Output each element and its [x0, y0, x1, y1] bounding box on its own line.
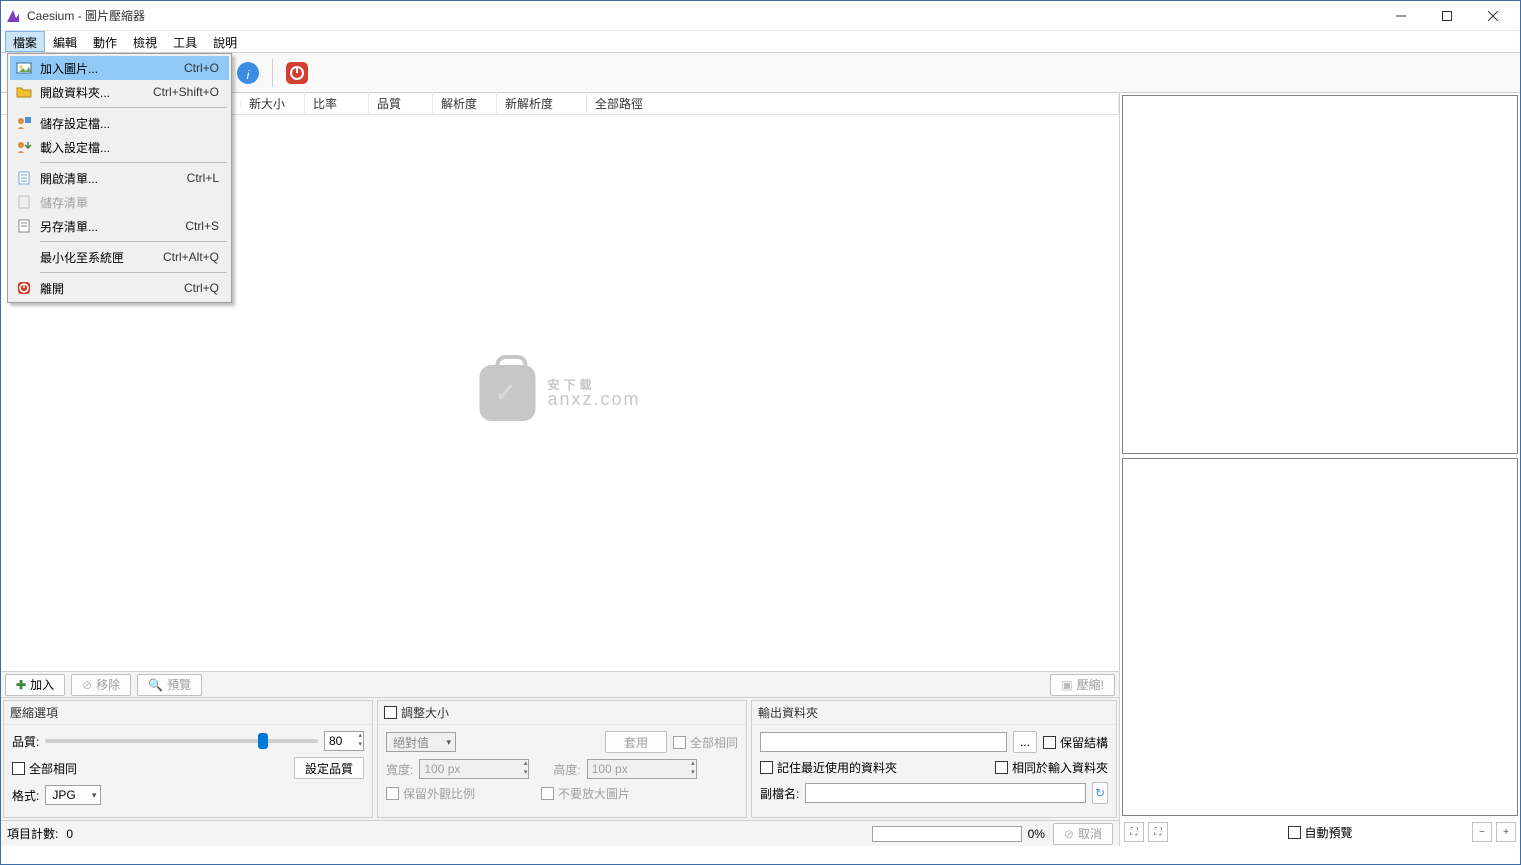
set-quality-button[interactable]: 設定品質 [294, 757, 364, 779]
menu-open-list[interactable]: 開啟清單... Ctrl+L [10, 166, 229, 190]
preview-panel: ⛶ ⛶ 自動預覽 − + [1120, 93, 1520, 846]
add-button[interactable]: ✚加入 [5, 674, 65, 696]
compress-icon: ▣ [1061, 678, 1072, 692]
refresh-icon: ↻ [1095, 786, 1105, 800]
save-list-icon [14, 194, 34, 210]
menu-add-pictures[interactable]: 加入圖片... Ctrl+O [10, 56, 229, 80]
app-icon [5, 8, 21, 24]
menu-minimize-tray[interactable]: 最小化至系統匣 Ctrl+Alt+Q [10, 245, 229, 269]
col-new-resolution[interactable]: 新解析度 [497, 92, 587, 115]
same-as-input-checkbox[interactable]: 相同於輸入資料夾 [995, 759, 1108, 776]
save-profile-icon [14, 115, 34, 131]
keep-ratio-checkbox: 保留外觀比例 [386, 785, 475, 802]
no-enlarge-checkbox: 不要放大圖片 [541, 785, 630, 802]
menu-save-list: 儲存清單 [10, 190, 229, 214]
action-row: ✚加入 ⊘移除 🔍預覽 ▣壓縮! [1, 671, 1119, 697]
col-resolution[interactable]: 解析度 [433, 92, 497, 115]
picture-icon [14, 60, 34, 76]
watermark: 安下载 anxz.com [479, 365, 640, 421]
width-label: 寬度: [386, 761, 413, 778]
format-select[interactable]: JPG [45, 785, 101, 805]
suffix-input[interactable] [805, 783, 1086, 803]
menu-exit[interactable]: 離開 Ctrl+Q [10, 276, 229, 300]
preview-compressed [1122, 458, 1518, 817]
quality-spinbox[interactable]: 80 [324, 731, 364, 751]
quality-label: 品質: [12, 733, 39, 750]
menu-tools[interactable]: 工具 [165, 31, 205, 52]
apply-button: 套用 [605, 731, 667, 753]
maximize-button[interactable] [1424, 1, 1470, 31]
resize-enable-checkbox[interactable]: 調整大小 [384, 704, 740, 721]
preview-button[interactable]: 🔍預覽 [137, 674, 202, 696]
remove-button[interactable]: ⊘移除 [71, 674, 131, 696]
output-path-input[interactable] [760, 732, 1007, 752]
close-button[interactable] [1470, 1, 1516, 31]
menu-help[interactable]: 說明 [205, 31, 245, 52]
bottom-row: 項目計數: 0 0% ⊘取消 [1, 820, 1119, 846]
file-menu-dropdown: 加入圖片... Ctrl+O 開啟資料夾... Ctrl+Shift+O 儲存設… [7, 53, 232, 303]
plus-icon: ✚ [16, 678, 26, 692]
menu-action[interactable]: 動作 [85, 31, 125, 52]
fit-compressed-button[interactable]: ⛶ [1148, 822, 1168, 842]
remember-folder-checkbox[interactable]: 記住最近使用的資料夾 [760, 759, 897, 776]
menu-file[interactable]: 檔案 [5, 31, 45, 52]
keep-structure-checkbox[interactable]: 保留結構 [1043, 734, 1108, 751]
quality-slider[interactable] [45, 739, 318, 743]
item-count-value: 0 [66, 827, 73, 841]
save-list-as-icon [14, 218, 34, 234]
col-ratio[interactable]: 比率 [305, 92, 369, 115]
output-panel: 輸出資料夾 ... 保留結構 記住最近使用的資料夾 相同於輸入資料夾 副檔名: [751, 700, 1117, 818]
open-list-icon [14, 170, 34, 186]
cancel-button[interactable]: ⊘取消 [1053, 823, 1113, 845]
minus-button[interactable]: − [1472, 822, 1492, 842]
format-label: 格式: [12, 787, 39, 804]
plus-button[interactable]: + [1496, 822, 1516, 842]
menubar: 檔案 編輯 動作 檢視 工具 說明 [1, 31, 1520, 53]
auto-preview-checkbox[interactable]: 自動預覽 [1288, 824, 1353, 841]
browse-button[interactable]: ... [1013, 731, 1037, 753]
width-spinbox: 100 px [419, 759, 529, 779]
same-for-all-checkbox[interactable]: 全部相同 [12, 760, 77, 777]
height-label: 高度: [553, 761, 580, 778]
progress-percent: 0% [1028, 827, 1045, 841]
compress-button[interactable]: ▣壓縮! [1050, 674, 1115, 696]
menu-edit[interactable]: 編輯 [45, 31, 85, 52]
forbidden-icon: ⊘ [1064, 827, 1074, 841]
preview-original [1122, 95, 1518, 454]
menu-save-list-as[interactable]: 另存清單... Ctrl+S [10, 214, 229, 238]
search-icon: 🔍 [148, 678, 163, 692]
fit-original-button[interactable]: ⛶ [1124, 822, 1144, 842]
height-spinbox: 100 px [587, 759, 697, 779]
menu-open-folder[interactable]: 開啟資料夾... Ctrl+Shift+O [10, 80, 229, 104]
toolbar-info-icon[interactable]: i [230, 55, 266, 91]
refresh-suffix-button[interactable]: ↻ [1092, 782, 1108, 804]
compress-panel: 壓縮選項 品質: 80 全部相同 設定品質 格式: JPG [3, 700, 373, 818]
titlebar: Caesium - 圖片壓縮器 [1, 1, 1520, 31]
window-title: Caesium - 圖片壓縮器 [27, 7, 1378, 24]
forbidden-icon: ⊘ [82, 678, 92, 692]
resize-mode-select: 絕對值 [386, 732, 456, 752]
col-quality[interactable]: 品質 [369, 92, 433, 115]
resize-panel: 調整大小 絕對值 套用 全部相同 寬度: 100 px 高度: 100 px [377, 700, 747, 818]
svg-text:i: i [247, 68, 250, 82]
exit-icon [14, 280, 34, 296]
resize-same-all-checkbox: 全部相同 [673, 734, 738, 751]
suffix-label: 副檔名: [760, 785, 799, 802]
progress-bar [872, 826, 1022, 842]
folder-icon [14, 84, 34, 100]
menu-load-profile[interactable]: 載入設定檔... [10, 135, 229, 159]
col-full-path[interactable]: 全部路徑 [587, 92, 1119, 115]
menu-save-profile[interactable]: 儲存設定檔... [10, 111, 229, 135]
minimize-button[interactable] [1378, 1, 1424, 31]
toolbar-power-icon[interactable] [279, 55, 315, 91]
col-new-size[interactable]: 新大小 [241, 92, 305, 115]
load-profile-icon [14, 139, 34, 155]
item-count-label: 項目計數: [7, 825, 58, 842]
menu-view[interactable]: 檢視 [125, 31, 165, 52]
